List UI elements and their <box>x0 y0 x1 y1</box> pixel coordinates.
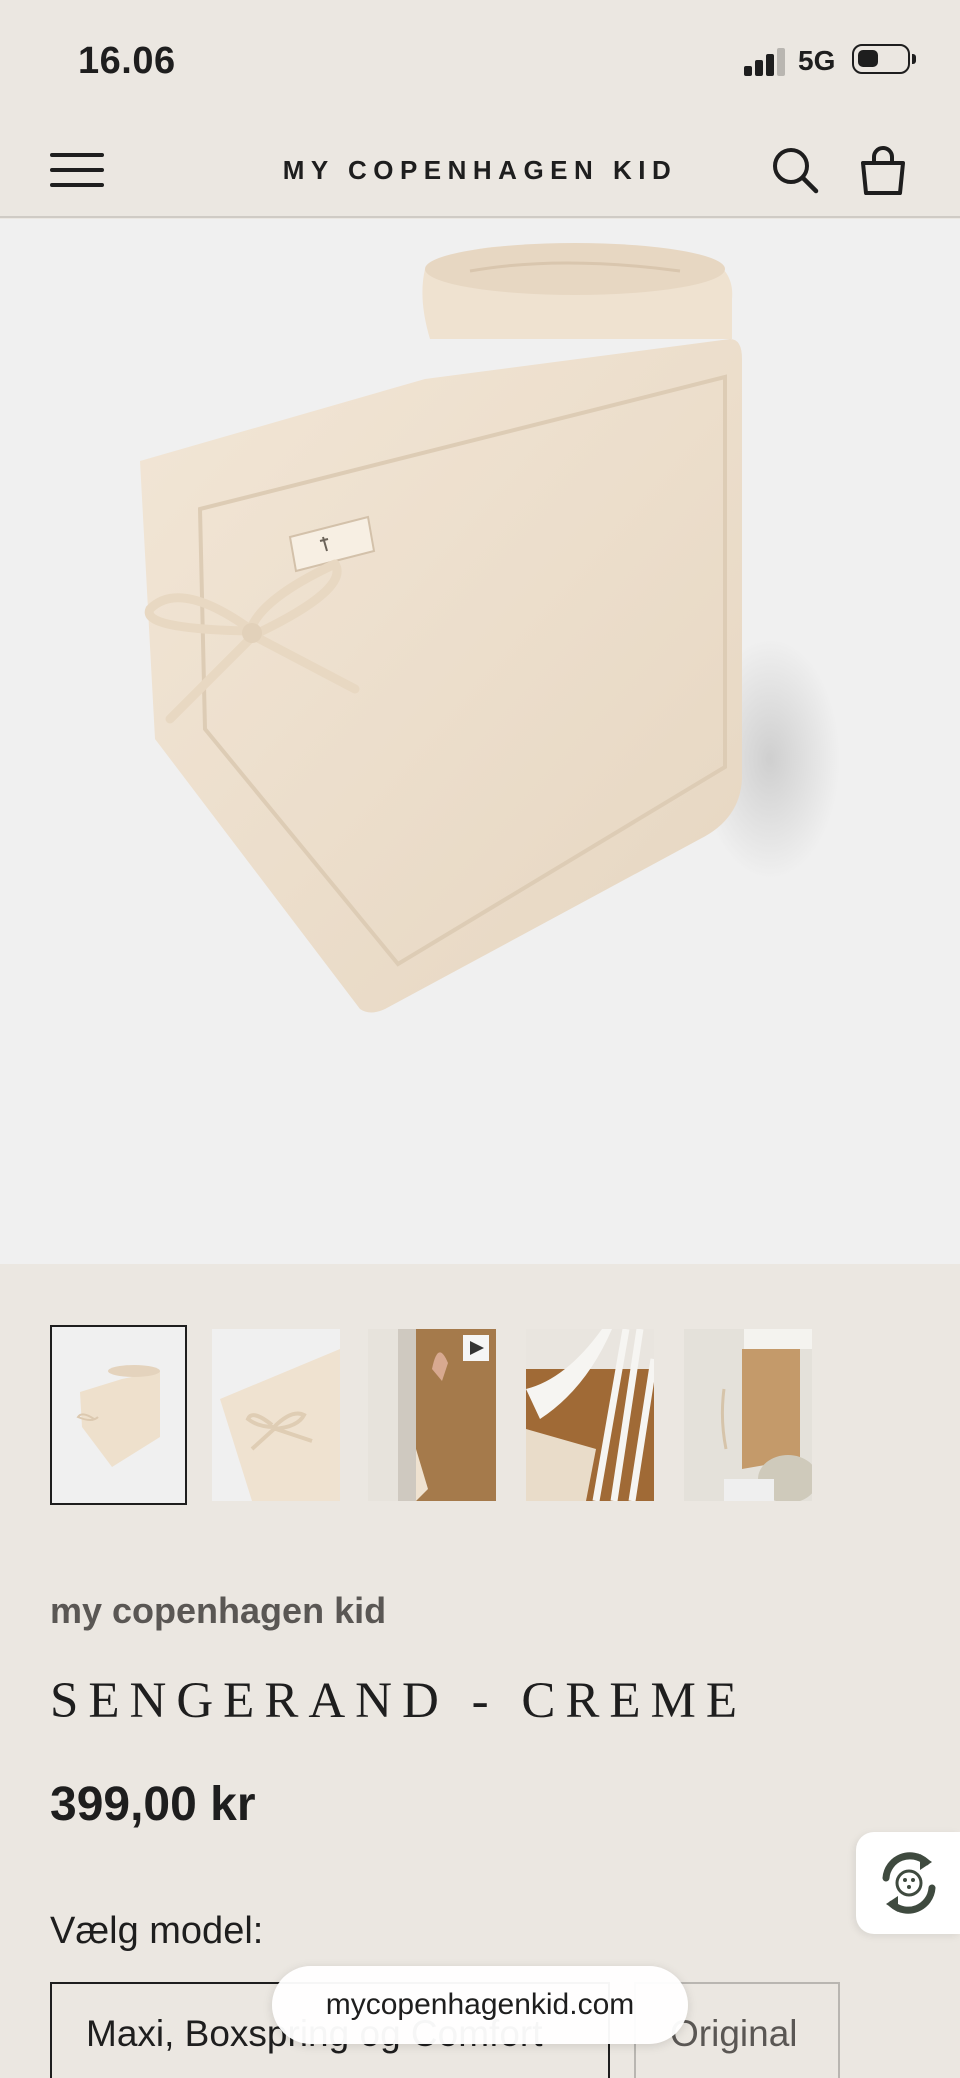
rewards-icon <box>882 1852 936 1914</box>
thumb-room[interactable] <box>684 1329 812 1501</box>
rewards-widget[interactable] <box>856 1832 960 1934</box>
browser-url-bar[interactable]: mycopenhagenkid.com <box>272 1966 688 2044</box>
model-label: Vælg model: <box>50 1910 264 1952</box>
thumbnail-strip <box>50 1325 910 1505</box>
thumb-white-crib[interactable] <box>526 1329 654 1501</box>
product-hero-image[interactable] <box>0 219 960 1264</box>
bag-icon[interactable] <box>858 143 908 197</box>
product-title: SENGERAND - CREME <box>50 1673 748 1729</box>
search-icon[interactable] <box>770 145 820 195</box>
network-label: 5G <box>798 45 836 76</box>
signal-icon <box>744 46 788 76</box>
product-price: 399,00 kr <box>50 1778 256 1831</box>
thumb-video-crib[interactable] <box>368 1329 496 1501</box>
thumb-bow-detail[interactable] <box>212 1329 340 1501</box>
thumb-rolled-bumper[interactable] <box>50 1325 187 1505</box>
status-time: 16.06 <box>78 40 176 82</box>
product-brand[interactable]: my copenhagen kid <box>50 1590 386 1632</box>
status-bar: 16.06 5G <box>0 0 960 125</box>
site-header: MY COPENHAGEN KID <box>0 125 960 218</box>
browser-url: mycopenhagenkid.com <box>325 1988 635 2021</box>
battery-icon <box>852 44 916 74</box>
